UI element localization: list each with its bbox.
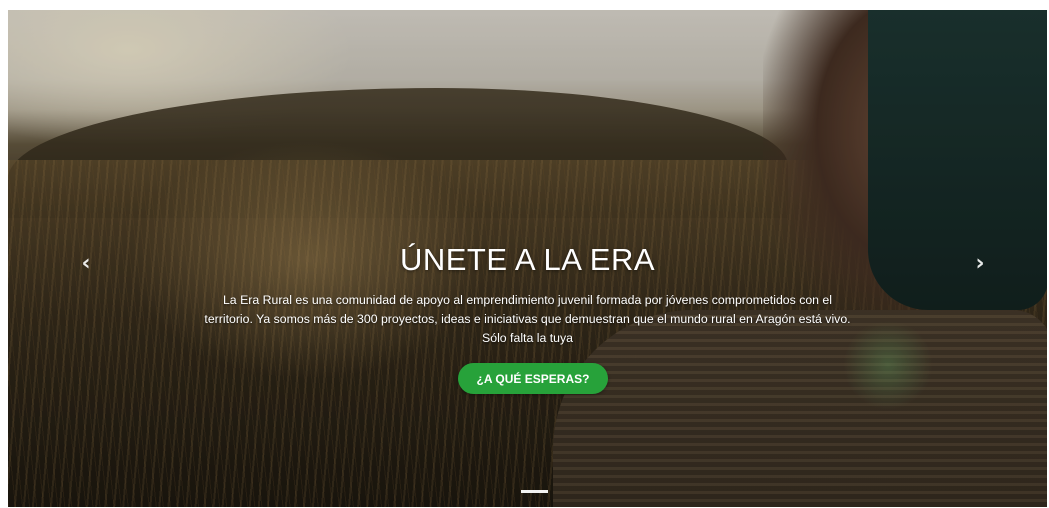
hero-description: La Era Rural es una comunidad de apoyo a… [158,291,897,348]
hero-description-line: territorio. Ya somos más de 300 proyecto… [204,312,851,326]
hero-description-line: La Era Rural es una comunidad de apoyo a… [222,293,833,307]
hero-title: ÚNETE A LA ERA [399,242,656,277]
cta-button[interactable]: ¿A QUÉ ESPERAS? [458,363,608,394]
hero-description-line: Sólo falta la tuya [482,331,573,345]
carousel-indicator[interactable] [521,490,548,493]
hero-carousel: ‹ › ÚNETE A LA ERA La Era Rural es una c… [8,10,1047,507]
